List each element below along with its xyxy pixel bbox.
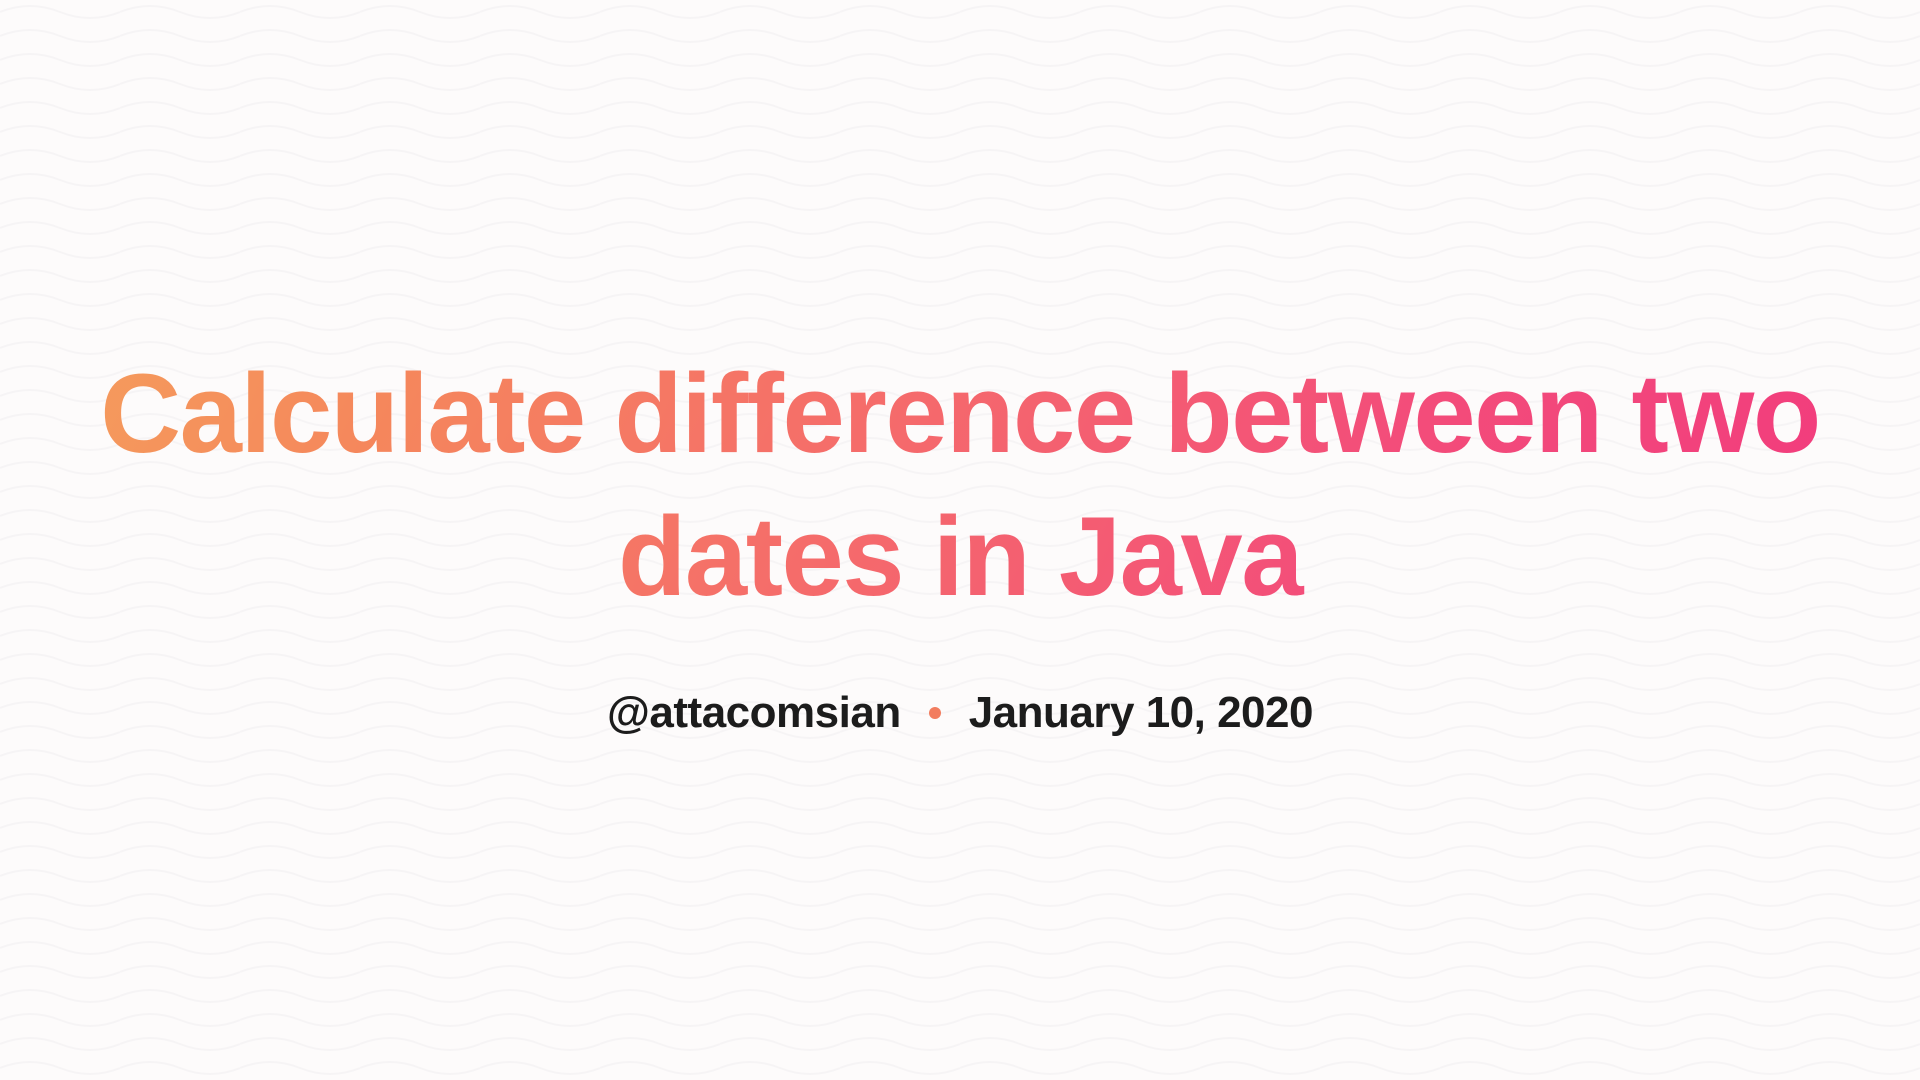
publish-date: January 10, 2020 [969,688,1313,738]
article-title: Calculate difference between two dates i… [0,342,1920,629]
bullet-separator-icon [929,707,941,719]
author-handle: @attacomsian [607,688,901,738]
article-card: Calculate difference between two dates i… [0,342,1920,739]
article-meta: @attacomsian January 10, 2020 [607,688,1313,738]
